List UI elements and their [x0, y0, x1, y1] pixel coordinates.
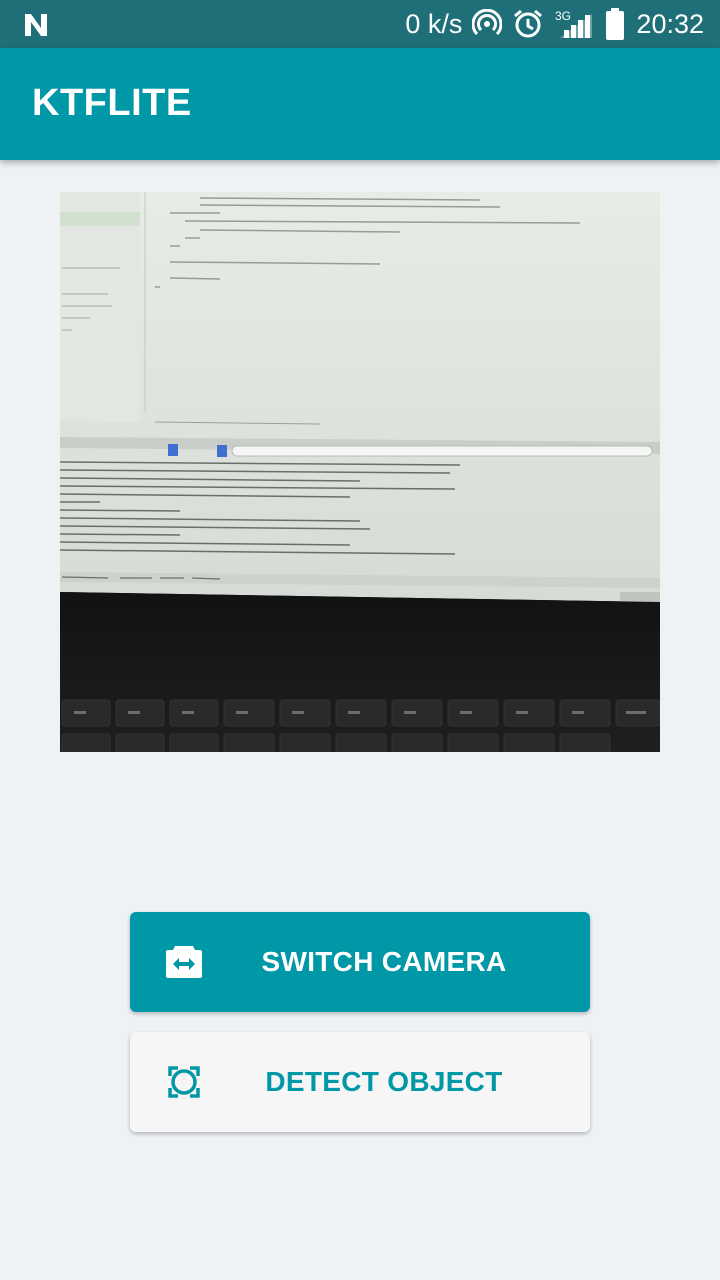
camera-preview-image: [60, 192, 660, 752]
switch-camera-button[interactable]: SWITCH CAMERA: [130, 912, 590, 1012]
switch-camera-label: SWITCH CAMERA: [261, 946, 507, 977]
detect-object-button[interactable]: DETECT OBJECT: [130, 1032, 590, 1132]
network-speed: 0 k/s: [405, 9, 463, 39]
app-title: KTFLITE: [32, 82, 192, 124]
notification-n-icon: [25, 14, 47, 36]
cell-signal-icon: 3G: [554, 8, 594, 40]
hotspot-icon: [472, 9, 503, 39]
alarm-icon: [512, 8, 544, 40]
network-type: 3G: [555, 9, 571, 23]
camera-preview: [60, 192, 660, 752]
detect-object-label: DETECT OBJECT: [265, 1066, 503, 1097]
battery-icon: [604, 7, 626, 41]
status-clock: 20:32: [636, 9, 704, 39]
app-bar: KTFLITE: [0, 48, 720, 160]
status-bar: 0 k/s 3G 20:32: [0, 0, 720, 48]
